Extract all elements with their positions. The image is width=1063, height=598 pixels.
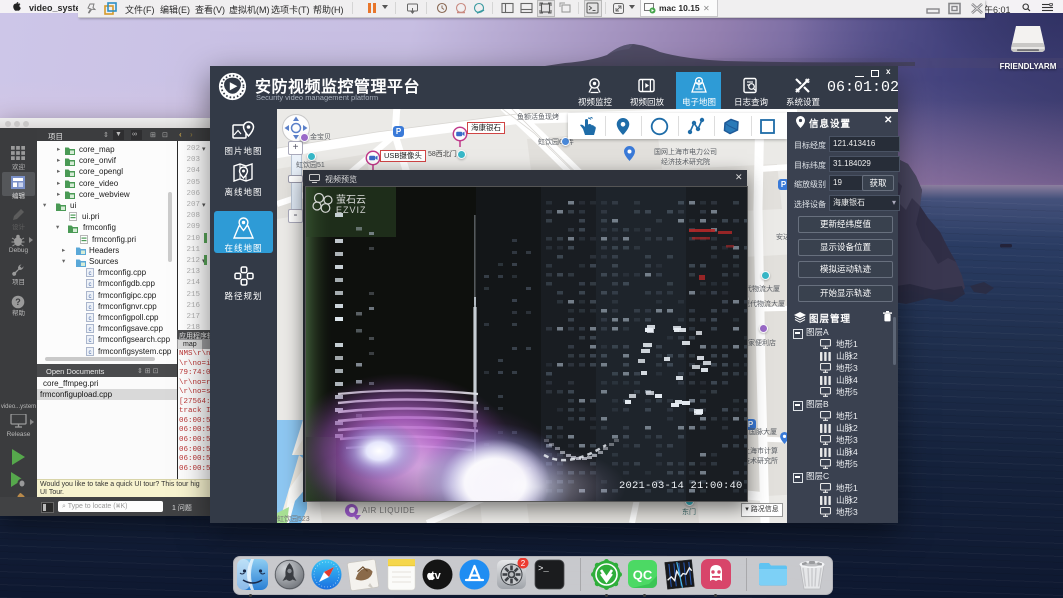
svg-text:c: c [89,282,92,288]
svg-text:QC: QC [633,568,653,583]
svg-text:c: c [89,305,92,311]
svg-text:EZVIZ: EZVIZ [336,205,367,215]
svg-text:c: c [89,338,92,344]
svg-text:c: c [89,316,92,322]
svg-text:c: c [89,350,92,356]
svg-text:?: ? [15,297,21,307]
svg-text:2: 2 [521,559,526,568]
svg-text:2021-03-14 21:00:40: 2021-03-14 21:00:40 [619,480,743,492]
svg-text:>_: >_ [538,564,549,574]
svg-text:c: c [89,294,92,300]
svg-text:c: c [89,327,92,333]
svg-text:c: c [89,271,92,277]
